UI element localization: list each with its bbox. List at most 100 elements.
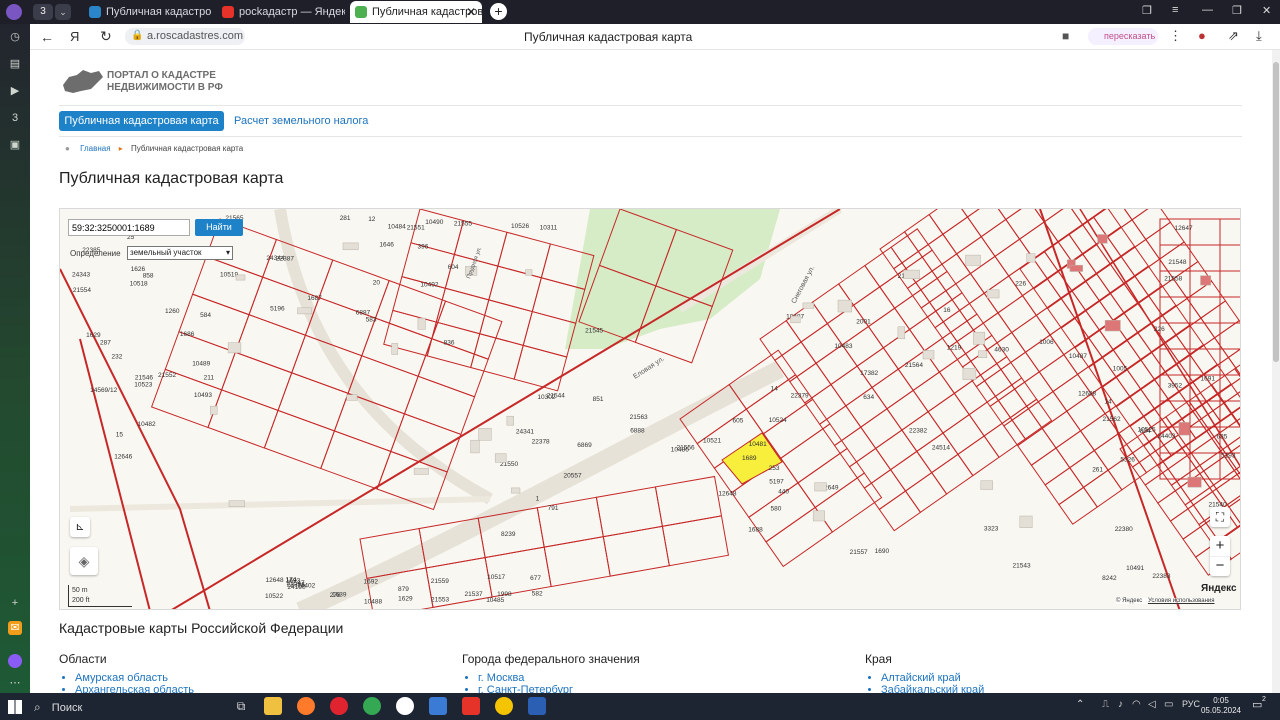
ruler-button[interactable]: ⊾ bbox=[70, 517, 90, 537]
mail-icon[interactable]: ✉ bbox=[8, 621, 22, 635]
tab-cadastral-1[interactable]: Публичная кадастровая bbox=[84, 1, 212, 23]
parcel-outline bbox=[976, 369, 1014, 406]
region-link-text[interactable]: Архангельская область bbox=[75, 684, 194, 693]
find-button[interactable]: Найти bbox=[195, 219, 243, 236]
parcel-outline bbox=[655, 476, 721, 526]
back-icon[interactable]: ← bbox=[40, 29, 54, 45]
close-window-icon[interactable]: ✕ bbox=[1262, 4, 1271, 17]
parcel-outline bbox=[1212, 369, 1241, 403]
notification-icon[interactable]: ▭2 bbox=[1252, 698, 1270, 714]
close-tab-icon[interactable]: ✕ bbox=[466, 1, 476, 23]
parcel-number-label: 22387 bbox=[276, 255, 294, 262]
region-link-text[interactable]: г. Санкт-Петербург bbox=[478, 684, 573, 693]
history-icon[interactable]: ◷ bbox=[8, 30, 22, 44]
word-icon[interactable] bbox=[528, 697, 546, 715]
volume-icon[interactable]: ◁ bbox=[1148, 699, 1156, 710]
badge-3-icon[interactable]: 3 bbox=[8, 111, 22, 125]
opera-icon[interactable] bbox=[330, 697, 348, 715]
collections-icon[interactable]: ❐ bbox=[1142, 4, 1152, 17]
parcel-outline bbox=[1138, 286, 1176, 323]
chrome-icon[interactable] bbox=[363, 697, 381, 715]
layers-button[interactable]: ◈ bbox=[70, 547, 98, 575]
region-link-text[interactable]: г. Москва bbox=[478, 672, 524, 684]
region-link[interactable]: г. Санкт-Петербург bbox=[478, 684, 842, 693]
region-link[interactable]: Архангельская область bbox=[75, 684, 439, 693]
more-icon[interactable]: ⋯ bbox=[8, 676, 22, 690]
menu-dots-icon[interactable]: ⋮ bbox=[1169, 28, 1182, 44]
restore-icon[interactable]: ❐ bbox=[1232, 4, 1242, 17]
region-link[interactable]: Амурская область bbox=[75, 672, 439, 684]
minimize-icon[interactable]: — bbox=[1202, 4, 1213, 16]
site-logo[interactable]: ПОРТАЛ О КАДАСТРЕ НЕДВИЖИМОСТИ В РФ bbox=[61, 67, 241, 99]
screenshot-icon[interactable]: ▣ bbox=[8, 138, 22, 152]
tab-cadastral-active[interactable]: Публичная кадастровая ✕ bbox=[350, 1, 482, 23]
nav-tab-land-tax[interactable]: Расчет земельного налога bbox=[234, 115, 368, 127]
terms-link[interactable]: Условия использования bbox=[1148, 598, 1215, 604]
define-select[interactable]: земельный участок ▾ bbox=[127, 246, 233, 260]
region-link-text[interactable]: Забайкальский край bbox=[881, 684, 984, 693]
mic-icon[interactable]: ♪ bbox=[1118, 699, 1123, 710]
tab-list-chevron-icon[interactable]: ⌄ bbox=[55, 4, 71, 20]
windows-taskbar: ⌕ Поиск ⧉ ⌃ ⎍ ♪ ◠ ◁ ▭ РУС 0:05 05.05.202… bbox=[0, 693, 1280, 720]
tab-counter-button[interactable]: 3 bbox=[33, 4, 53, 20]
yandex-home-icon[interactable]: Я bbox=[70, 29, 79, 44]
clock[interactable]: 0:05 05.05.2024 bbox=[1200, 696, 1242, 716]
parcel-outline bbox=[1061, 311, 1099, 348]
cadastral-number-input[interactable] bbox=[68, 219, 190, 236]
profile-avatar[interactable] bbox=[6, 4, 22, 20]
network-icon[interactable]: ⎍ bbox=[1102, 699, 1109, 710]
parcel-outline bbox=[958, 436, 999, 476]
windows-start-icon[interactable] bbox=[8, 700, 22, 714]
define-select-value: земельный участок bbox=[130, 248, 202, 257]
parcel-number-label: 22379 bbox=[791, 393, 809, 400]
firefox-icon[interactable] bbox=[297, 697, 315, 715]
yandex-browser-icon[interactable] bbox=[396, 697, 414, 715]
app-icon[interactable] bbox=[429, 697, 447, 715]
extension-icon[interactable]: ● bbox=[1198, 28, 1206, 43]
bookmark-icon[interactable]: ■ bbox=[1062, 29, 1069, 43]
parcel-outline bbox=[887, 390, 928, 430]
map-canvas[interactable]: 2872812531426127815604605634635174858208… bbox=[60, 209, 1241, 610]
chevron-up-icon[interactable]: ⌃ bbox=[1076, 699, 1084, 710]
taskbar-search[interactable]: ⌕ Поиск bbox=[34, 697, 214, 717]
region-link[interactable]: г. Москва bbox=[478, 672, 842, 684]
notes-icon[interactable]: ▤ bbox=[8, 57, 22, 71]
parcel-outline bbox=[992, 209, 1030, 219]
region-link-text[interactable]: Амурская область bbox=[75, 672, 168, 684]
region-link[interactable]: Забайкальский край bbox=[881, 684, 1245, 693]
alice-icon[interactable] bbox=[8, 654, 22, 668]
url-pill[interactable]: 🔒 a.roscadastres.com bbox=[125, 28, 245, 45]
bookmarks-icon[interactable]: ≡ bbox=[1172, 4, 1178, 16]
yandex-app-icon[interactable] bbox=[462, 697, 480, 715]
region-link[interactable]: Алтайский край bbox=[881, 672, 1245, 684]
breadcrumb-home[interactable]: Главная bbox=[80, 144, 110, 153]
zoom-out-button[interactable]: − bbox=[1210, 556, 1230, 576]
cadastral-map[interactable]: 2872812531426127815604605634635174858208… bbox=[59, 208, 1241, 610]
nav-tab-cadastral-map[interactable]: Публичная кадастровая карта bbox=[59, 111, 224, 131]
parcel-outline bbox=[662, 516, 728, 566]
new-tab-button[interactable]: + bbox=[490, 3, 507, 20]
parcel-outline bbox=[1190, 297, 1220, 323]
reload-icon[interactable]: ↻ bbox=[100, 28, 112, 45]
video-icon[interactable]: ▶ bbox=[8, 84, 22, 98]
file-explorer-icon[interactable] bbox=[264, 697, 282, 715]
region-link-text[interactable]: Алтайский край bbox=[881, 672, 961, 684]
zoom-in-button[interactable]: + bbox=[1210, 536, 1230, 556]
downloads-icon[interactable]: ⤓ bbox=[1256, 28, 1262, 44]
language-indicator[interactable]: РУС bbox=[1182, 699, 1200, 709]
share-icon[interactable]: ⇗ bbox=[1228, 28, 1239, 44]
parcel-outline bbox=[1121, 239, 1159, 276]
yandex-map-logo: Яндекс bbox=[1201, 583, 1237, 594]
scrollbar-thumb[interactable] bbox=[1273, 62, 1279, 362]
retell-button[interactable]: пересказать bbox=[1088, 28, 1158, 45]
tab-yandex-search[interactable]: росkадастр — Яндекс: на bbox=[217, 1, 345, 23]
battery-icon[interactable]: ▭ bbox=[1164, 699, 1173, 710]
fullscreen-button[interactable]: ⛶ bbox=[1210, 507, 1230, 527]
beeline-icon[interactable] bbox=[495, 697, 513, 715]
column-heading: Края bbox=[865, 652, 1245, 666]
wifi-icon[interactable]: ◠ bbox=[1132, 699, 1141, 710]
page-scrollbar[interactable] bbox=[1272, 50, 1280, 693]
task-view-icon[interactable]: ⧉ bbox=[232, 697, 250, 715]
parcel-outline bbox=[861, 409, 902, 449]
add-icon[interactable]: + bbox=[8, 596, 22, 610]
